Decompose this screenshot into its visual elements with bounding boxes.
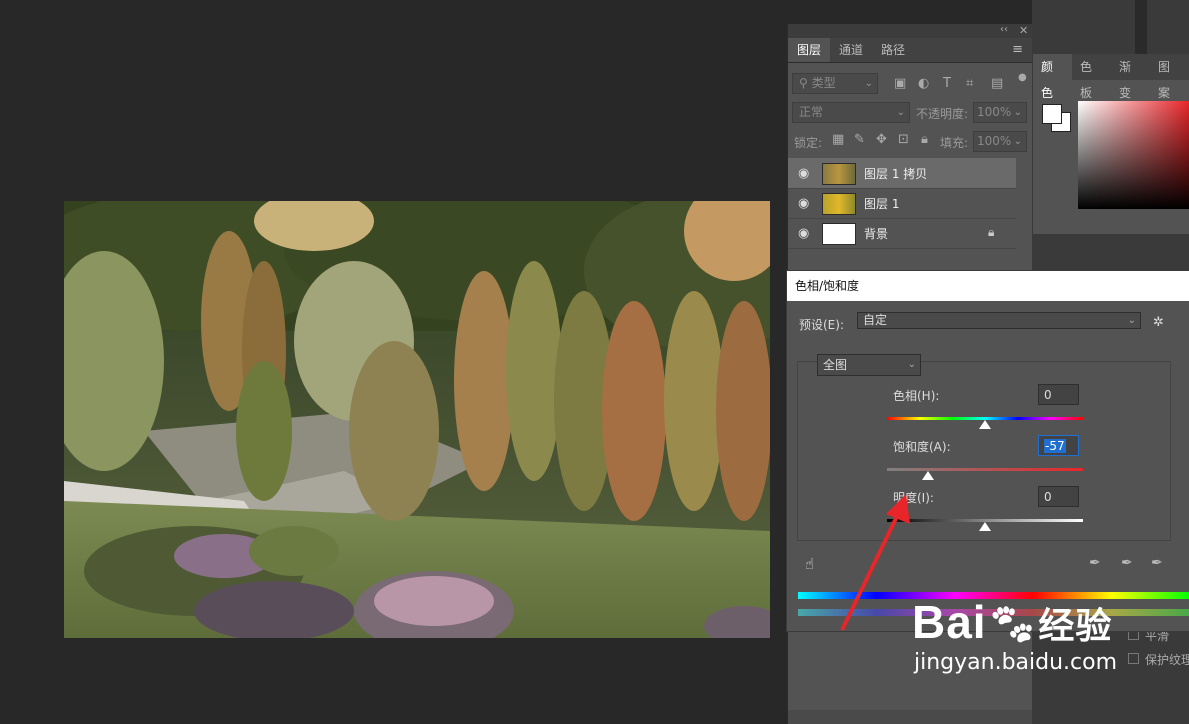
channel-dropdown[interactable]: 全图 ⌄	[817, 354, 921, 376]
baidu-watermark: Bai🐾︎经验 jingyan.baidu.com	[912, 598, 1117, 676]
checkbox[interactable]	[1128, 653, 1139, 664]
landscape-photo	[64, 201, 770, 638]
watermark-url: jingyan.baidu.com	[914, 650, 1118, 675]
annotation-arrow	[840, 494, 910, 631]
hue-label: 色相(H):	[893, 389, 940, 403]
layers-bottom-toolbar	[788, 710, 1032, 724]
search-icon: ⚲	[799, 76, 808, 90]
layers-tabbar: 图层 通道 路径 ≡	[788, 38, 1032, 63]
chevron-down-icon: ⌄	[864, 78, 873, 89]
lock-artboard-icon[interactable]: ⊡	[898, 132, 909, 147]
text-filter-icon[interactable]: T	[943, 76, 951, 91]
saturation-value: -57	[1044, 439, 1066, 453]
eyedropper-plus-icon[interactable]: ✒	[1121, 555, 1133, 571]
layer-name: 图层 1 拷贝	[864, 167, 928, 181]
protect-texture-label: 保护纹理	[1145, 653, 1189, 667]
filter-label: 类型	[811, 76, 836, 90]
lock-position-icon[interactable]: ✥	[876, 132, 887, 147]
blend-mode-dropdown[interactable]: 正常 ⌄	[792, 102, 910, 123]
color-tabbar: 颜色 色板 渐变 图案	[1033, 54, 1189, 100]
lock-icon: 🔒︎	[988, 225, 995, 239]
tab-gradients[interactable]: 渐变	[1111, 54, 1150, 100]
shape-filter-icon[interactable]: ⌗	[966, 76, 973, 91]
tab-layers[interactable]: 图层	[788, 38, 831, 62]
dialog-title: 色相/饱和度	[787, 271, 1189, 301]
adjustment-filter-icon[interactable]: ◐	[918, 76, 929, 91]
filter-toggle-icon[interactable]: ●	[1018, 72, 1027, 83]
layer-row[interactable]: ◉ 背景 🔒︎	[788, 218, 1016, 249]
color-field[interactable]	[1078, 101, 1189, 209]
lock-transparent-icon[interactable]: ▦	[832, 132, 844, 147]
saturation-input[interactable]: -57	[1038, 435, 1079, 456]
chevron-down-icon: ⌄	[1127, 315, 1136, 326]
layer-name: 背景	[864, 227, 889, 241]
eye-icon[interactable]: ◉	[798, 196, 809, 211]
fill-input[interactable]: 100% ⌄	[973, 131, 1027, 152]
layer-row[interactable]: ◉ 图层 1	[788, 188, 1016, 219]
panel-header: ‹‹ ✕	[788, 24, 1032, 38]
paw-icon: 🐾︎	[986, 603, 1039, 647]
smart-object-filter-icon[interactable]: ▤	[991, 76, 1003, 91]
preset-options-icon[interactable]: ✲	[1153, 315, 1164, 330]
blend-mode-value: 正常	[799, 105, 824, 119]
fill-value: 100%	[977, 134, 1012, 148]
layer-thumbnail	[822, 223, 856, 245]
protect-texture-option[interactable]: 保护纹理	[1128, 651, 1189, 668]
hue-input[interactable]: 0	[1038, 384, 1079, 405]
lightness-slider-thumb[interactable]	[979, 522, 991, 531]
tab-swatches[interactable]: 色板	[1072, 54, 1111, 100]
fill-label: 填充:	[940, 136, 969, 150]
panel-menu-icon[interactable]: ≡	[1003, 38, 1032, 62]
layer-filter-dropdown[interactable]: ⚲ 类型 ⌄	[792, 73, 878, 94]
lock-label: 锁定:	[794, 136, 823, 150]
image-filter-icon[interactable]: ▣	[894, 76, 906, 91]
lightness-value: 0	[1044, 490, 1052, 504]
preset-value: 自定	[863, 313, 888, 327]
preset-dropdown[interactable]: 自定 ⌄	[857, 312, 1141, 329]
tab-channels[interactable]: 通道	[830, 38, 872, 62]
channel-value: 全图	[823, 358, 848, 372]
hue-slider-thumb[interactable]	[979, 420, 991, 429]
panel-divider	[1135, 0, 1147, 60]
layer-name: 图层 1	[864, 197, 900, 211]
hue-value: 0	[1044, 388, 1052, 402]
preset-label: 预设(E):	[799, 318, 844, 332]
hand-adjust-icon[interactable]: ☝	[805, 555, 814, 573]
collapse-icon[interactable]: ‹‹	[1000, 24, 1008, 35]
saturation-label: 饱和度(A):	[893, 440, 951, 454]
lock-all-icon[interactable]: 🔒︎	[921, 132, 928, 147]
chevron-down-icon: ⌄	[896, 107, 905, 118]
eyedropper-minus-icon[interactable]: ✒	[1151, 555, 1163, 571]
opacity-input[interactable]: 100% ⌄	[973, 102, 1027, 123]
tab-patterns[interactable]: 图案	[1150, 54, 1189, 100]
lock-brush-icon[interactable]: ✎	[854, 132, 865, 147]
layer-thumbnail	[822, 193, 856, 215]
layer-thumbnail	[822, 163, 856, 185]
chevron-down-icon: ⌄	[907, 359, 916, 370]
close-icon[interactable]: ✕	[1019, 24, 1028, 37]
foreground-color-swatch[interactable]	[1042, 104, 1062, 124]
chevron-down-icon: ⌄	[1013, 136, 1022, 147]
opacity-value: 100%	[977, 105, 1012, 119]
color-panel: 颜色 色板 渐变 图案	[1033, 54, 1189, 234]
watermark-suffix: 经验	[1038, 605, 1113, 646]
tab-color[interactable]: 颜色	[1033, 54, 1072, 100]
opacity-label: 不透明度:	[916, 107, 969, 121]
saturation-slider-track[interactable]	[887, 468, 1083, 471]
saturation-slider-thumb[interactable]	[922, 471, 934, 480]
chevron-down-icon: ⌄	[1013, 107, 1022, 118]
lightness-input[interactable]: 0	[1038, 486, 1079, 507]
image-canvas[interactable]	[64, 201, 770, 638]
eye-icon[interactable]: ◉	[798, 166, 809, 181]
tab-paths[interactable]: 路径	[872, 38, 914, 62]
eye-icon[interactable]: ◉	[798, 226, 809, 241]
watermark-brand: Bai	[912, 596, 987, 648]
layer-row[interactable]: ◉ 图层 1 拷贝	[788, 158, 1016, 189]
eyedropper-icon[interactable]: ✒	[1089, 555, 1101, 571]
